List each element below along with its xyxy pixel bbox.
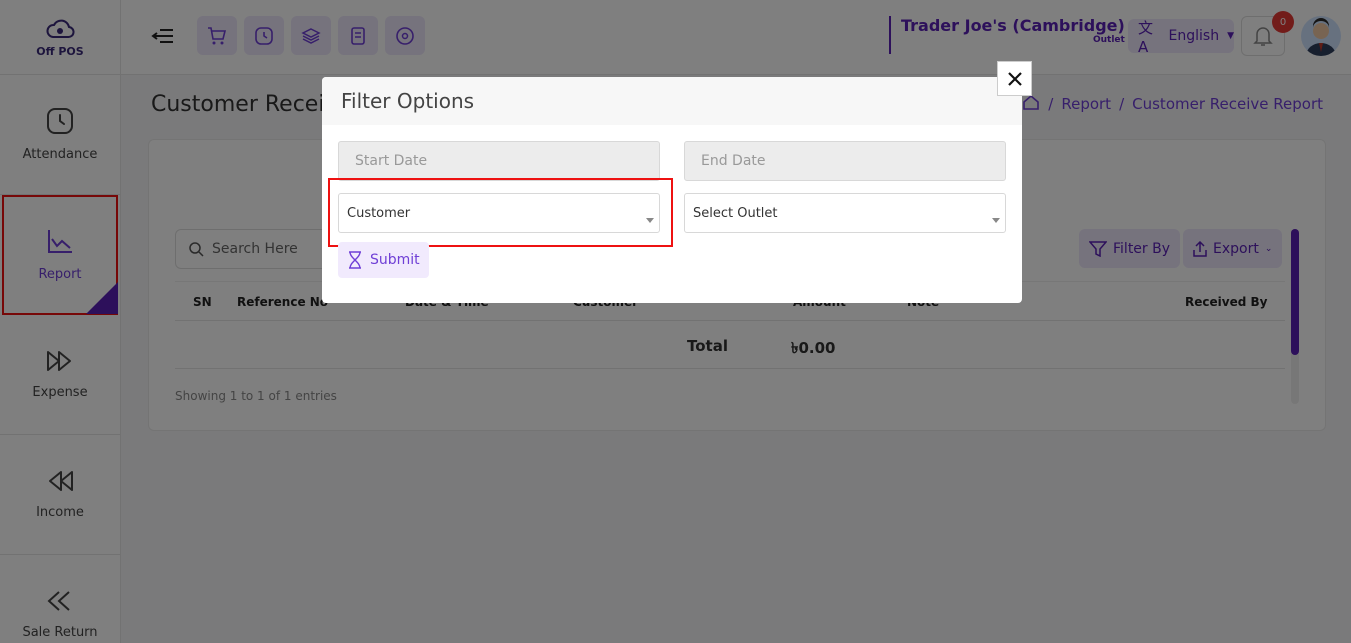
close-button[interactable] <box>997 61 1032 96</box>
outlet-select[interactable]: Select Outlet <box>684 193 1006 233</box>
end-date-placeholder: End Date <box>701 153 766 169</box>
outlet-select-value: Select Outlet <box>693 205 778 221</box>
submit-label: Submit <box>370 252 420 268</box>
start-date-placeholder: Start Date <box>355 153 428 169</box>
dropdown-caret-icon <box>992 218 1000 223</box>
submit-button[interactable]: Submit <box>338 242 429 278</box>
close-icon <box>1007 71 1022 86</box>
end-date-input[interactable]: End Date <box>684 141 1006 181</box>
highlight-box <box>328 178 673 247</box>
filter-modal: Filter Options Start Date End Date Custo… <box>322 61 1032 303</box>
hourglass-icon <box>349 251 361 269</box>
modal-title: Filter Options <box>341 89 475 113</box>
modal-header: Filter Options <box>322 77 1022 125</box>
start-date-input[interactable]: Start Date <box>338 141 660 181</box>
